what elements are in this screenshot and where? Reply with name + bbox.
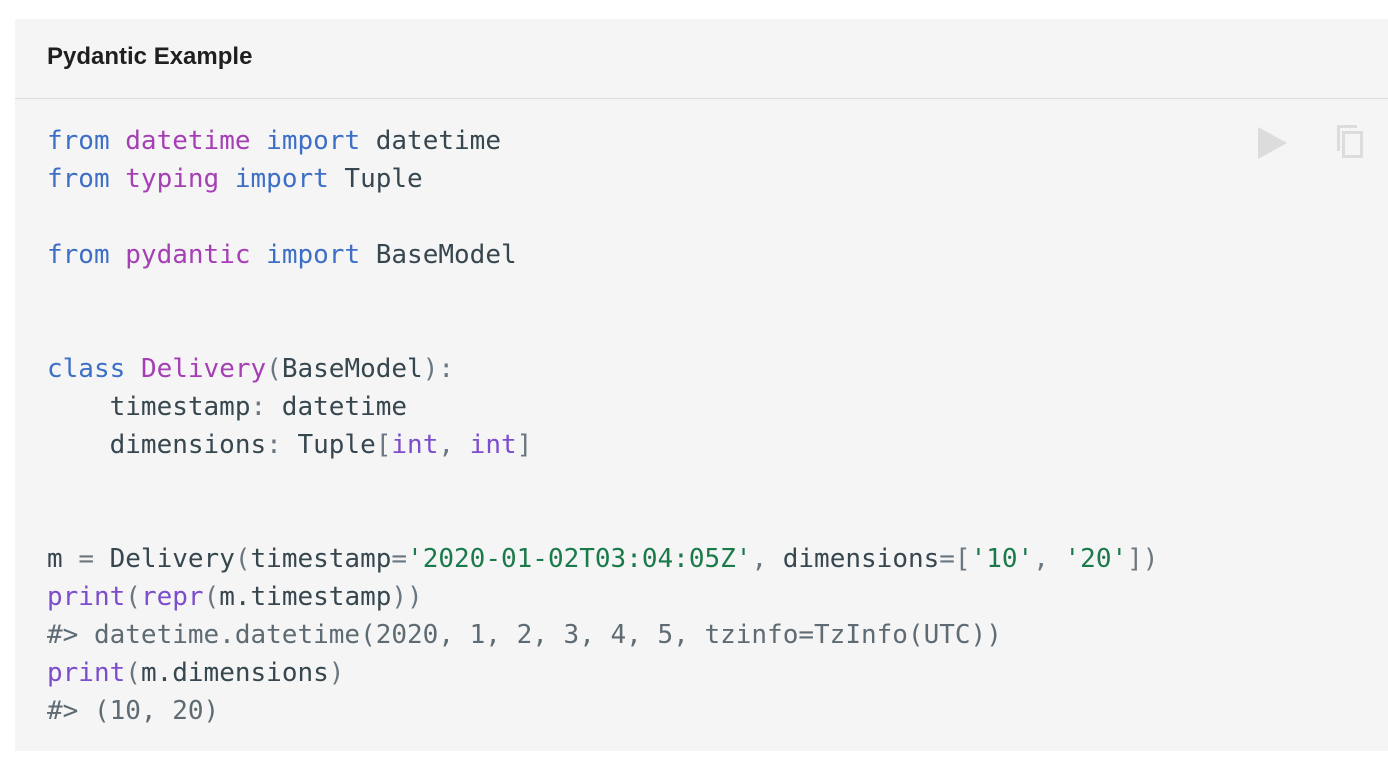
code-token: '10': [970, 544, 1034, 574]
code-line: print(repr(m.timestamp)): [47, 578, 1158, 616]
code-token: #> (10, 20): [47, 696, 220, 726]
code-token: datetime: [360, 126, 501, 156]
code-token: ]): [1127, 544, 1159, 574]
code-token: from: [47, 126, 110, 156]
code-token: class: [47, 354, 126, 384]
code-token: from: [47, 240, 110, 270]
code-token: (: [125, 658, 141, 688]
code-token: ]: [516, 430, 533, 460]
code-token: '2020-01-02T03:04:05Z': [407, 544, 752, 574]
copy-icon: [1337, 125, 1363, 158]
code-token: =: [391, 544, 408, 574]
code-token: from: [47, 164, 110, 194]
code-token: m.dimensions: [140, 658, 329, 688]
code-line: class Delivery(BaseModel):: [47, 350, 1158, 388]
code-token: BaseModel: [281, 354, 423, 384]
code-token: repr: [140, 582, 204, 612]
run-code-button[interactable]: [1253, 123, 1293, 163]
code-token: Tuple: [328, 164, 423, 194]
code-token: )): [391, 582, 423, 612]
code-line: timestamp: datetime: [47, 388, 1158, 426]
code-line: print(m.dimensions): [47, 654, 1158, 692]
code-block[interactable]: from datetime import datetime from typing…: [47, 122, 1158, 730]
code-token: ):: [422, 354, 455, 384]
code-token: ,: [751, 544, 768, 574]
code-token: Tuple: [281, 430, 376, 460]
code-line: m = Delivery(timestamp='2020-01-02T03:04…: [47, 540, 1158, 578]
code-line: dimensions: Tuple[int, int]: [47, 426, 1158, 464]
code-token: #> datetime.datetime(2020, 1, 2, 3, 4, 5…: [47, 620, 1002, 650]
code-token: dimensions: [767, 544, 940, 574]
code-line: from pydantic import BaseModel: [47, 236, 1158, 274]
code-line: from typing import Tuple: [47, 160, 1158, 198]
card-title: Pydantic Example: [47, 43, 253, 70]
code-token: :: [250, 392, 267, 422]
copy-code-button[interactable]: [1331, 123, 1371, 163]
code-token: (: [266, 354, 282, 384]
code-token: import: [234, 164, 329, 194]
code-token: ): [328, 658, 345, 688]
code-token: datetime: [266, 392, 408, 422]
code-token: typing: [125, 164, 220, 194]
code-token: =: [78, 544, 94, 574]
code-token: import: [266, 240, 361, 270]
code-token: Delivery: [93, 544, 235, 574]
play-icon: [1258, 127, 1287, 159]
code-token: BaseModel: [360, 240, 517, 270]
code-token: int: [469, 430, 517, 460]
code-token: datetime: [125, 126, 251, 156]
code-token: (: [203, 582, 220, 612]
code-token: print: [47, 658, 126, 688]
code-token: timestamp: [47, 392, 251, 422]
code-token: import: [266, 126, 361, 156]
card-header: Pydantic Example: [15, 19, 1388, 99]
code-token: '20': [1064, 544, 1128, 574]
code-token: m.timestamp: [219, 582, 392, 612]
code-line: from datetime import datetime: [47, 122, 1158, 160]
code-line: #> (10, 20): [47, 692, 1158, 730]
code-token: int: [391, 430, 439, 460]
code-token: Delivery: [140, 354, 267, 384]
code-token: pydantic: [125, 240, 251, 270]
code-token: [: [375, 430, 392, 460]
code-token: ,: [1033, 544, 1049, 574]
code-token: =[: [939, 544, 971, 574]
code-line: #> datetime.datetime(2020, 1, 2, 3, 4, 5…: [47, 616, 1158, 654]
code-token: print: [47, 582, 126, 612]
code-token: timestamp: [250, 544, 392, 574]
code-token: :: [266, 430, 282, 460]
code-token: (: [234, 544, 251, 574]
code-token: ,: [438, 430, 455, 460]
code-token: (: [125, 582, 141, 612]
code-example-card: Pydantic Example from datetime import da…: [15, 19, 1388, 751]
code-token: dimensions: [47, 430, 267, 460]
code-token: m: [47, 544, 79, 574]
